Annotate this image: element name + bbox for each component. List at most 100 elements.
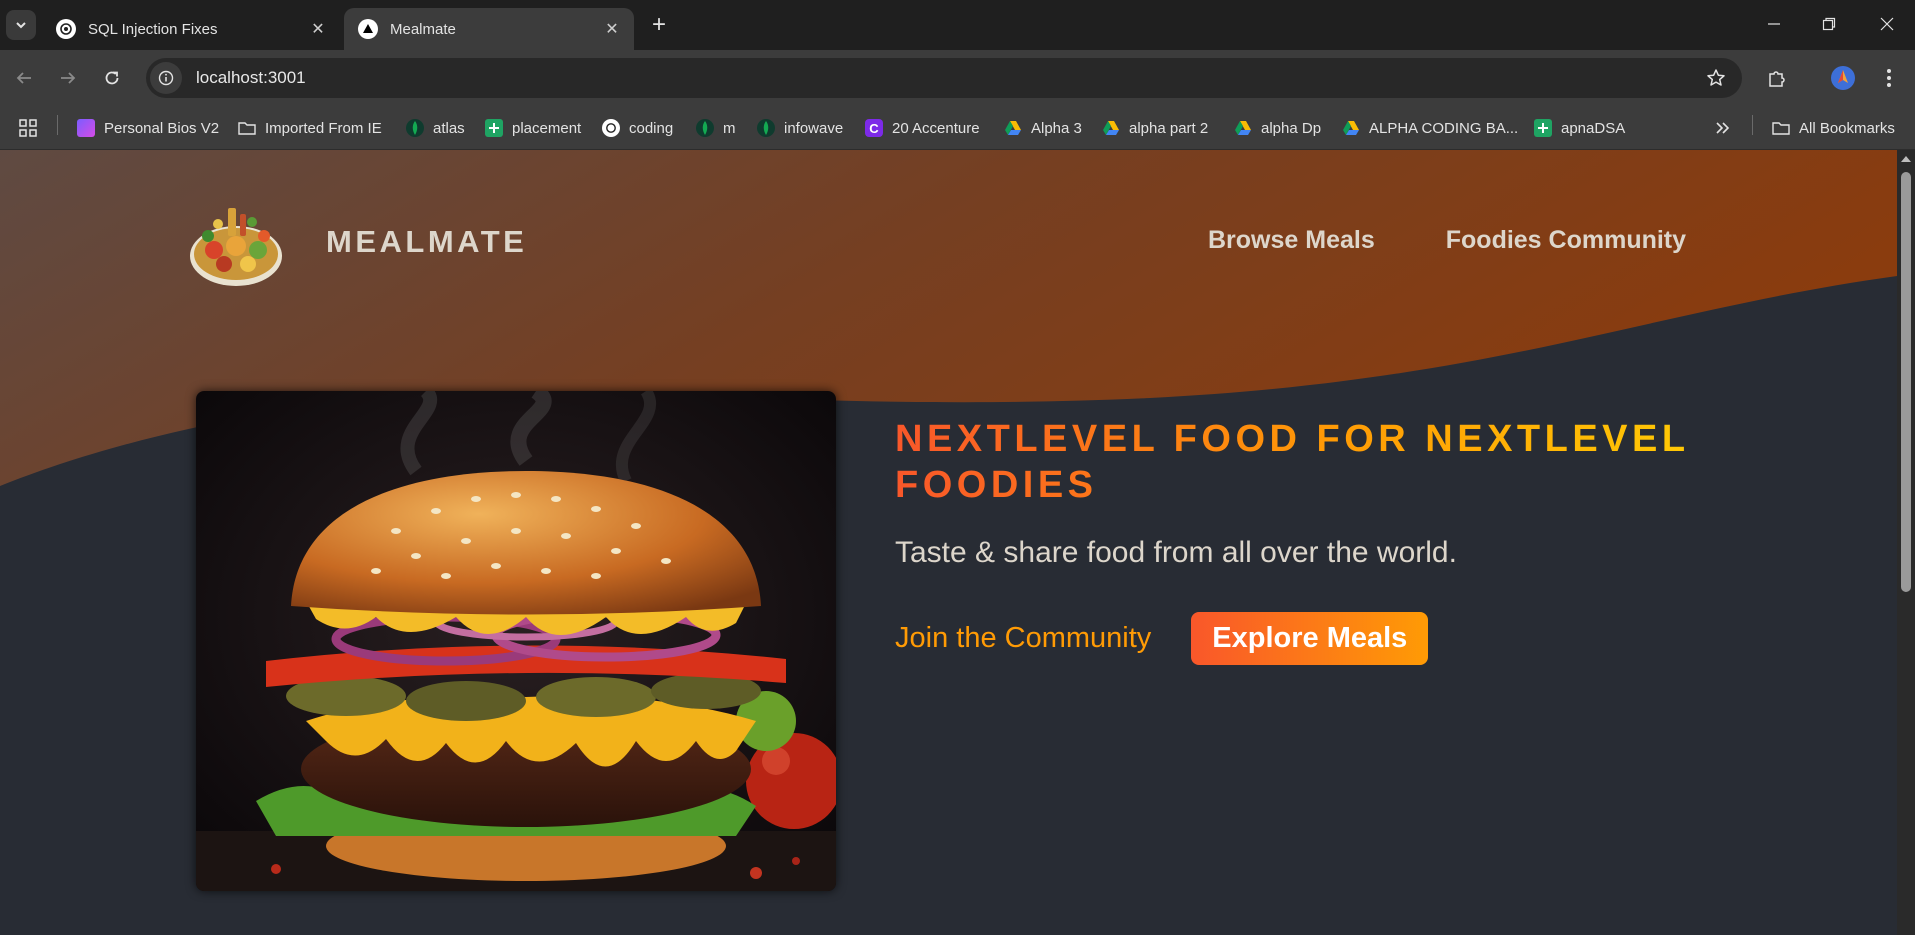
tab-mealmate[interactable]: Mealmate ✕ (344, 8, 634, 50)
bookmark-20-accenture[interactable]: C 20 Accenture (865, 116, 980, 140)
bookmarks-divider (57, 115, 58, 135)
burger-image (196, 391, 836, 891)
logo-image (190, 208, 282, 286)
bookmark-imported-from-ie[interactable]: Imported From IE (238, 116, 382, 140)
bookmark-star-button[interactable] (1702, 64, 1730, 92)
more-bookmarks-button[interactable] (1714, 116, 1730, 140)
tab-strip: SQL Injection Fixes ✕ Mealmate ✕ + (0, 0, 1915, 50)
close-icon[interactable]: ✕ (308, 19, 328, 39)
tab-title: SQL Injection Fixes (88, 20, 218, 38)
bookmark-apnadsa[interactable]: apnaDSA (1534, 116, 1625, 140)
all-bookmarks-button[interactable]: All Bookmarks (1772, 116, 1895, 140)
bookmark-label: infowave (784, 119, 844, 137)
sheets-icon (485, 119, 503, 137)
star-icon (1707, 69, 1725, 86)
sheets-icon (1534, 119, 1552, 137)
bookmark-label: alpha part 2 (1129, 119, 1209, 137)
reload-icon (105, 71, 119, 85)
minimize-icon (1768, 23, 1780, 25)
join-community-link[interactable]: Join the Community (895, 622, 1151, 655)
double-chevron-right-icon (1716, 122, 1730, 134)
puzzle-icon (1769, 71, 1785, 87)
logo-link[interactable]: MealMate (188, 194, 527, 290)
site-info-button[interactable] (150, 62, 182, 94)
browser-toolbar: localhost:3001 (0, 50, 1915, 106)
bookmark-infowave[interactable]: infowave (757, 116, 843, 140)
bookmarks-bar: Personal Bios V2 Imported From IE atlas … (0, 106, 1915, 150)
bookmark-coding[interactable]: coding (602, 116, 673, 140)
tab-sql-injection-fixes[interactable]: SQL Injection Fixes ✕ (42, 8, 340, 50)
scroll-up-icon[interactable] (1901, 156, 1911, 162)
bookmark-alpha-3[interactable]: Alpha 3 (1004, 116, 1082, 140)
extensions-button[interactable] (1761, 62, 1793, 94)
nav-link-foodies-community[interactable]: Foodies Community (1446, 226, 1686, 255)
bookmark-label: Imported From IE (265, 119, 382, 137)
scroll-thumb[interactable] (1901, 172, 1911, 592)
openai-icon (602, 119, 620, 137)
hero-title: NextLevel Food for NextLevel Foodies (895, 416, 1695, 508)
bookmark-label: placement (512, 119, 582, 137)
tab-search-button[interactable] (6, 10, 36, 40)
forward-button[interactable] (52, 62, 84, 94)
close-window-button[interactable] (1867, 8, 1907, 40)
profile-avatar[interactable] (1827, 62, 1859, 94)
folder-icon (1772, 119, 1790, 137)
mongodb-icon (696, 119, 714, 137)
url-text[interactable]: localhost:3001 (196, 68, 306, 88)
bookmark-label: m (723, 119, 736, 137)
close-icon (1880, 17, 1894, 31)
bookmarks-divider (1752, 115, 1753, 135)
bookmark-label: ALPHA CODING BA... (1369, 119, 1519, 137)
drive-icon (1234, 119, 1252, 137)
personal-bios-icon (77, 119, 95, 137)
bookmark-alpha-coding-ba[interactable]: ALPHA CODING BA... (1342, 116, 1518, 140)
browser-menu-button[interactable] (1873, 62, 1905, 94)
drive-icon (1102, 119, 1120, 137)
bookmark-label: coding (629, 119, 674, 137)
explore-meals-button[interactable]: Explore Meals (1191, 612, 1429, 665)
page-scrollbar[interactable] (1897, 150, 1915, 935)
restore-icon (1822, 17, 1836, 31)
tab-title: Mealmate (390, 20, 456, 38)
logo-text: MealMate (326, 224, 528, 259)
folder-icon (238, 119, 256, 137)
main-nav: Browse Meals Foodies Community (1208, 226, 1686, 255)
all-bookmarks-label: All Bookmarks (1799, 119, 1895, 137)
back-button[interactable] (8, 62, 40, 94)
mongodb-icon (406, 119, 424, 137)
apps-grid-icon (19, 119, 37, 137)
close-icon[interactable]: ✕ (602, 19, 622, 39)
openai-icon (56, 19, 76, 39)
minimize-button[interactable] (1754, 8, 1794, 40)
canva-icon: C (865, 119, 883, 137)
bookmark-placement[interactable]: placement (485, 116, 581, 140)
bookmark-atlas[interactable]: atlas (406, 116, 465, 140)
bookmark-alpha-part-2[interactable]: alpha part 2 (1102, 116, 1208, 140)
mongodb-icon (757, 119, 775, 137)
arrow-right-icon (61, 72, 76, 84)
hero-section: NextLevel Food for NextLevel Foodies Tas… (895, 416, 1695, 665)
bookmark-label: Personal Bios V2 (104, 119, 220, 137)
bookmark-alpha-dp[interactable]: alpha Dp (1234, 116, 1321, 140)
new-tab-button[interactable]: + (646, 12, 672, 38)
restore-button[interactable] (1809, 8, 1849, 40)
bookmark-m[interactable]: m (696, 116, 736, 140)
page-viewport: MealMate Browse Meals Foodies Community (0, 150, 1897, 935)
bookmark-label: apnaDSA (1561, 119, 1626, 137)
chevron-down-icon (16, 22, 26, 29)
hero-subtitle: Taste & share food from all over the wor… (895, 536, 1457, 569)
info-icon (158, 70, 174, 86)
drive-icon (1342, 119, 1360, 137)
avatar-icon (1831, 66, 1855, 90)
bookmark-label: alpha Dp (1261, 119, 1322, 137)
hero-cta: Join the Community Explore Meals (895, 612, 1695, 665)
kebab-menu-icon (1887, 69, 1891, 87)
nav-link-browse-meals[interactable]: Browse Meals (1208, 226, 1375, 255)
address-bar[interactable]: localhost:3001 (146, 58, 1742, 98)
bookmark-label: Alpha 3 (1031, 119, 1082, 137)
arrow-left-icon (16, 72, 31, 84)
reload-button[interactable] (96, 62, 128, 94)
apps-button[interactable] (18, 116, 38, 140)
bookmark-personal-bios[interactable]: Personal Bios V2 (77, 116, 219, 140)
nextjs-icon (358, 19, 378, 39)
